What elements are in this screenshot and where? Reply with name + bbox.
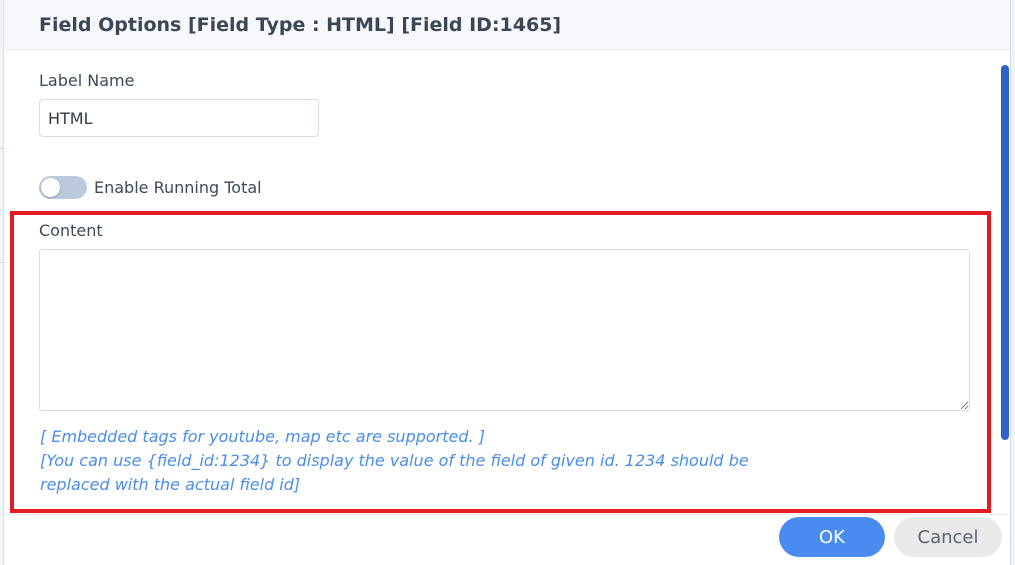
running-total-toggle[interactable] bbox=[39, 176, 87, 199]
cancel-button[interactable]: Cancel bbox=[894, 517, 1002, 557]
dialog-title: Field Options [Field Type : HTML] [Field… bbox=[39, 14, 562, 36]
toggle-knob bbox=[41, 178, 60, 197]
label-name-label: Label Name bbox=[39, 71, 135, 90]
footer-divider bbox=[4, 514, 1010, 515]
content-hint-field-id-cont: replaced with the actual field id] bbox=[40, 475, 301, 494]
label-name-input[interactable] bbox=[39, 99, 319, 137]
running-total-label: Enable Running Total bbox=[94, 178, 262, 197]
ok-button[interactable]: OK bbox=[779, 517, 885, 557]
field-options-dialog: Field Options [Field Type : HTML] [Field… bbox=[3, 0, 1011, 565]
content-textarea[interactable] bbox=[39, 249, 970, 411]
content-hint-field-id: [You can use {field_id:1234} to display … bbox=[40, 451, 749, 470]
content-hint-embedded-tags: [ Embedded tags for youtube, map etc are… bbox=[40, 427, 485, 446]
vertical-scrollbar[interactable] bbox=[1001, 65, 1009, 440]
dialog-header: Field Options [Field Type : HTML] [Field… bbox=[4, 0, 1010, 50]
content-label: Content bbox=[39, 221, 103, 240]
